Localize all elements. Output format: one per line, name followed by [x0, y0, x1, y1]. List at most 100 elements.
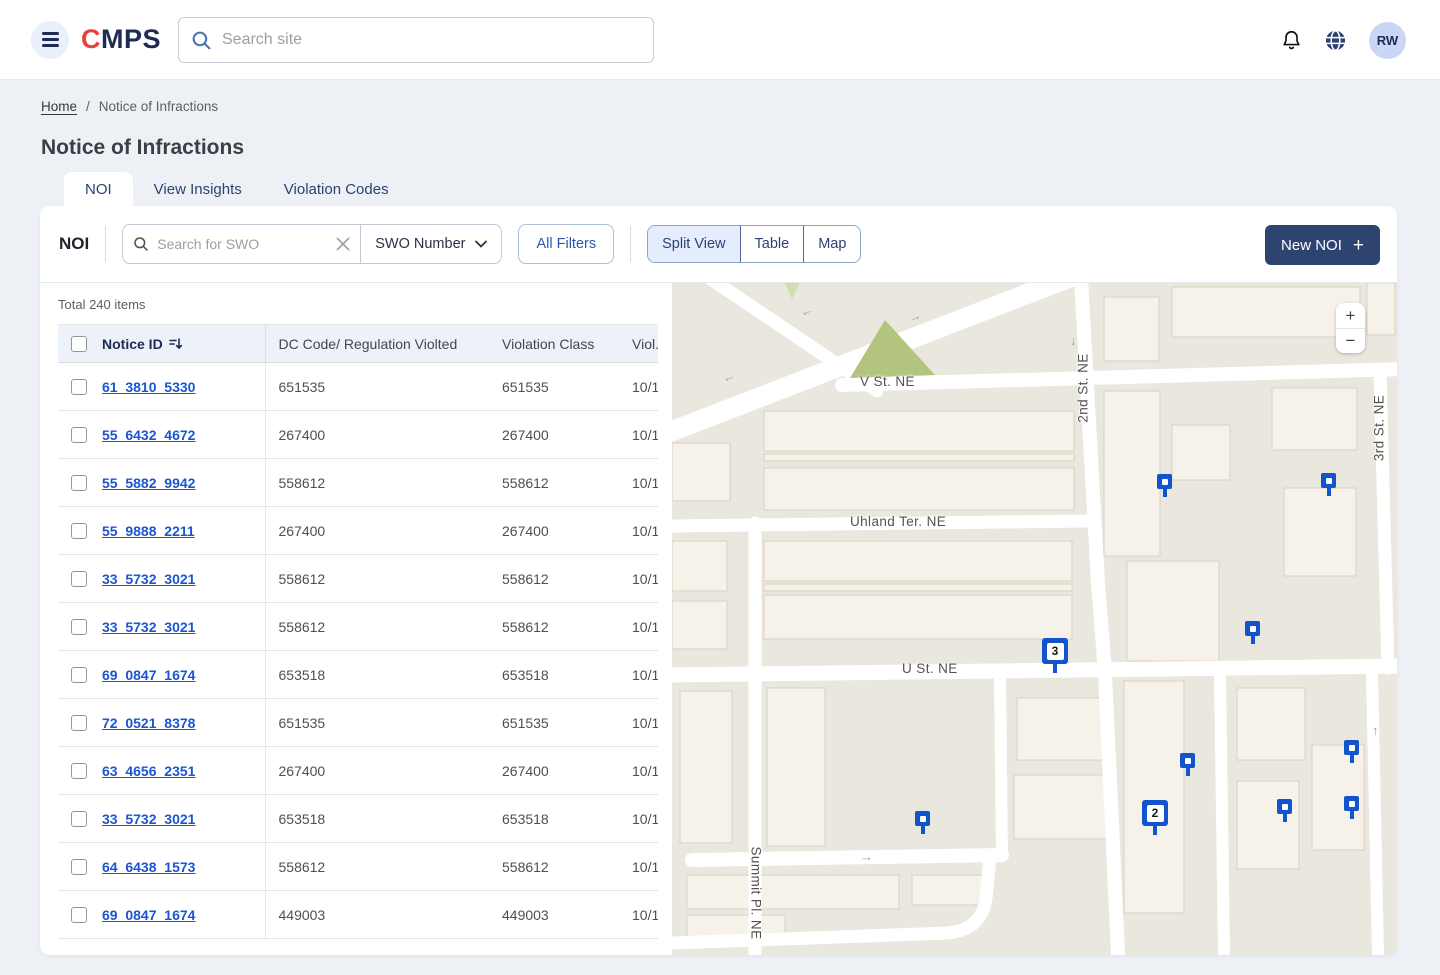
search-icon — [133, 236, 149, 252]
page-title: Notice of Infractions — [41, 136, 244, 160]
row-checkbox[interactable] — [71, 907, 87, 923]
notice-id-link[interactable]: 33_5732_3021 — [102, 811, 195, 827]
dc-code-cell: 267400 — [265, 411, 502, 459]
search-type-select[interactable]: SWO Number — [360, 225, 501, 263]
dc-code-cell: 653518 — [265, 795, 502, 843]
row-checkbox[interactable] — [71, 811, 87, 827]
zoom-out-button[interactable]: − — [1336, 328, 1365, 353]
table-row: 64_6438_1573 558612 558612 10/1 — [58, 843, 658, 891]
globe-icon — [1324, 29, 1347, 52]
row-checkbox[interactable] — [71, 523, 87, 539]
row-checkbox[interactable] — [71, 475, 87, 491]
notice-id-link[interactable]: 63_4656_2351 — [102, 763, 195, 779]
clear-search-icon[interactable] — [336, 237, 350, 251]
map-pin[interactable] — [915, 811, 930, 826]
tab-bar: NOI View Insights Violation Codes — [64, 172, 410, 206]
dc-code-cell: 653518 — [265, 651, 502, 699]
column-header-dc-code: DC Code/ Regulation Violted — [265, 325, 502, 363]
violation-class-cell: 651535 — [502, 699, 632, 747]
map-canvas: ← → ← ↓ → ↑ — [672, 283, 1397, 955]
select-all-checkbox[interactable] — [71, 336, 87, 352]
column-header-violation-class: Violation Class — [502, 325, 632, 363]
view-mode-table[interactable]: Table — [740, 226, 804, 262]
cluster-count: 3 — [1047, 643, 1064, 660]
dc-code-cell: 267400 — [265, 747, 502, 795]
map-panel[interactable]: ← → ← ↓ → ↑ V St. NE Uhland Ter. NE U St… — [672, 283, 1397, 955]
menu-button[interactable] — [31, 21, 69, 59]
svg-text:↑: ↑ — [1372, 723, 1379, 738]
split-view: Total 240 items Notice ID — [40, 283, 1397, 955]
column-header-notice-id[interactable]: Notice ID — [102, 325, 265, 363]
map-pin[interactable] — [1157, 474, 1172, 489]
dc-code-cell: 558612 — [265, 555, 502, 603]
notice-id-link[interactable]: 61_3810_5330 — [102, 379, 195, 395]
dc-code-cell: 558612 — [265, 843, 502, 891]
view-mode-toggle: Split View Table Map — [647, 225, 861, 263]
card-toolbar: NOI SWO Number All Filters Split View Ta… — [40, 206, 1397, 283]
row-checkbox[interactable] — [71, 715, 87, 731]
view-mode-split[interactable]: Split View — [648, 226, 739, 262]
map-pin[interactable] — [1344, 796, 1359, 811]
table-row: 72_0521_8378 651535 651535 10/1 — [58, 699, 658, 747]
row-checkbox[interactable] — [71, 667, 87, 683]
row-checkbox[interactable] — [71, 619, 87, 635]
tab-violation-codes[interactable]: Violation Codes — [263, 172, 410, 206]
violation-class-cell: 653518 — [502, 795, 632, 843]
zoom-in-button[interactable]: + — [1336, 303, 1365, 328]
notice-id-link[interactable]: 55_6432_4672 — [102, 427, 195, 443]
notice-id-link[interactable]: 33_5732_3021 — [102, 571, 195, 587]
notice-id-link[interactable]: 64_6438_1573 — [102, 859, 195, 875]
language-button[interactable] — [1324, 29, 1347, 52]
notice-id-link[interactable]: 33_5732_3021 — [102, 619, 195, 635]
notice-id-link[interactable]: 72_0521_8378 — [102, 715, 195, 731]
street-label-2nd-st: 2nd St. NE — [1076, 353, 1091, 422]
violation-date-cell: 10/1 — [632, 411, 658, 459]
violation-date-cell: 10/1 — [632, 555, 658, 603]
map-pin[interactable] — [1321, 473, 1336, 488]
violation-class-cell: 558612 — [502, 843, 632, 891]
app-logo[interactable]: CMPS — [81, 24, 161, 55]
map-pin[interactable] — [1245, 621, 1260, 636]
violation-date-cell: 10/1 — [632, 651, 658, 699]
notice-id-link[interactable]: 69_0847_1674 — [102, 907, 195, 923]
tab-view-insights[interactable]: View Insights — [133, 172, 263, 206]
map-pin[interactable] — [1344, 740, 1359, 755]
swo-search-input[interactable] — [157, 236, 328, 252]
row-checkbox[interactable] — [71, 427, 87, 443]
breadcrumb-separator: / — [86, 99, 90, 114]
logo-letter: C — [81, 24, 101, 54]
violation-date-cell: 10/1 — [632, 459, 658, 507]
table-body: 61_3810_5330 651535 651535 10/1 55_6432_… — [58, 363, 658, 939]
row-checkbox[interactable] — [71, 379, 87, 395]
map-pin[interactable] — [1277, 799, 1292, 814]
notice-id-link[interactable]: 55_5882_9942 — [102, 475, 195, 491]
site-search[interactable] — [178, 17, 654, 63]
swo-search-field[interactable] — [123, 225, 360, 263]
table-row: 69_0847_1674 653518 653518 10/1 — [58, 651, 658, 699]
site-search-input[interactable] — [222, 31, 641, 49]
table-row: 33_5732_3021 558612 558612 10/1 — [58, 555, 658, 603]
new-noi-button[interactable]: New NOI + — [1265, 225, 1380, 265]
breadcrumb-current: Notice of Infractions — [99, 99, 218, 114]
top-navbar: CMPS RW — [0, 0, 1440, 80]
notifications-button[interactable] — [1281, 29, 1302, 51]
topbar-actions: RW — [1281, 0, 1406, 80]
cluster-count: 2 — [1147, 805, 1164, 822]
dc-code-cell: 267400 — [265, 507, 502, 555]
breadcrumb-home-link[interactable]: Home — [41, 99, 77, 114]
street-label-v-st: V St. NE — [860, 374, 915, 389]
noi-table: Notice ID DC Code/ Regulation Violted Vi… — [58, 324, 658, 939]
view-mode-map[interactable]: Map — [803, 226, 860, 262]
row-checkbox[interactable] — [71, 571, 87, 587]
all-filters-button[interactable]: All Filters — [518, 224, 614, 264]
map-pin[interactable] — [1180, 753, 1195, 768]
row-checkbox[interactable] — [71, 859, 87, 875]
violation-class-cell: 653518 — [502, 651, 632, 699]
row-checkbox[interactable] — [71, 763, 87, 779]
map-cluster[interactable]: 3 — [1042, 638, 1068, 664]
map-cluster[interactable]: 2 — [1142, 800, 1168, 826]
notice-id-link[interactable]: 55_9888_2211 — [102, 523, 195, 539]
user-avatar[interactable]: RW — [1369, 22, 1406, 59]
notice-id-link[interactable]: 69_0847_1674 — [102, 667, 195, 683]
tab-noi[interactable]: NOI — [64, 172, 133, 206]
